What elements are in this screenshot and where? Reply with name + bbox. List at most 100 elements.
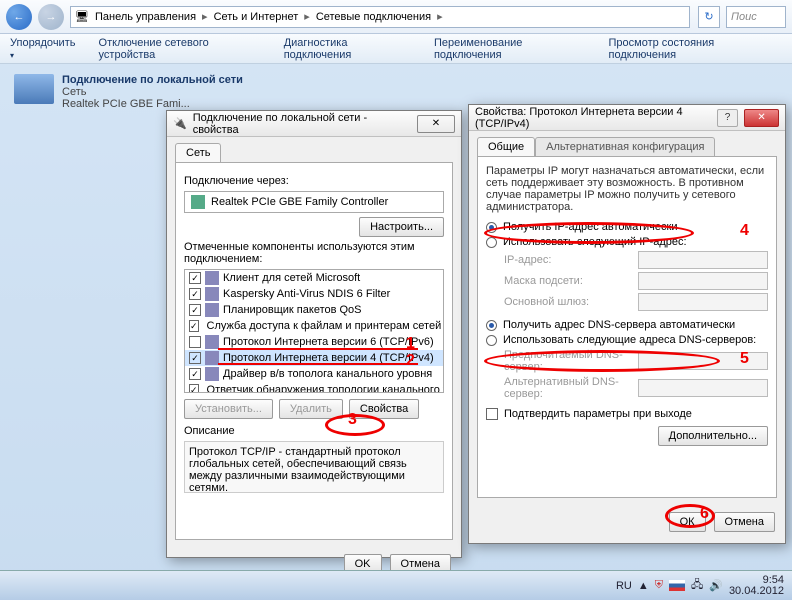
component-icon	[205, 351, 219, 365]
breadcrumb[interactable]: 🖥 Панель управления▸ Сеть и Интернет▸ Се…	[70, 6, 690, 28]
connection-name: Подключение по локальной сети	[62, 74, 243, 86]
crumb-root[interactable]: Панель управления	[91, 9, 200, 25]
titlebar[interactable]: 🔌 Подключение по локальной сети - свойст…	[167, 111, 461, 137]
forward-button[interactable]: →	[38, 4, 64, 30]
component-icon	[205, 271, 219, 285]
dns2-label: Альтернативный DNS-сервер:	[504, 376, 638, 400]
components-label: Отмеченные компоненты используются этим …	[184, 241, 444, 265]
ip-input	[638, 251, 768, 269]
radio-dot-icon	[486, 335, 497, 346]
tab-general[interactable]: Общие	[477, 137, 535, 156]
computer-icon: 🖥	[75, 10, 89, 23]
shield-icon[interactable]: ⛨	[655, 579, 663, 592]
ip-label: IP-адрес:	[504, 254, 551, 266]
back-button[interactable]: ←	[6, 4, 32, 30]
radio-dot-icon	[486, 222, 497, 233]
annotation-underline-2	[218, 363, 418, 365]
list-item[interactable]: ✓Служба доступа к файлам и принтерам сет…	[185, 318, 443, 334]
address-bar: ← → 🖥 Панель управления▸ Сеть и Интернет…	[0, 0, 792, 34]
refresh-button[interactable]: ↻	[698, 6, 720, 28]
properties-dialog: 🔌 Подключение по локальной сети - свойст…	[166, 110, 462, 558]
checkbox-icon[interactable]: ✓	[189, 384, 199, 393]
dialog-title: Подключение по локальной сети - свойства	[193, 112, 405, 136]
cmd-disable[interactable]: Отключение сетевого устройства	[99, 37, 266, 61]
tray-icon[interactable]: ▲	[638, 580, 649, 592]
advanced-button[interactable]: Дополнительно...	[658, 426, 768, 446]
checkbox-icon[interactable]: ✓	[189, 352, 201, 364]
confirm-checkbox[interactable]: Подтвердить параметры при выходе	[486, 408, 768, 420]
checkbox-icon[interactable]: ✓	[189, 368, 201, 380]
install-button[interactable]: Установить...	[184, 399, 273, 419]
connect-via-label: Подключение через:	[184, 175, 444, 187]
annotation-1: 1	[406, 335, 415, 353]
cmd-organize[interactable]: Упорядочить	[10, 37, 81, 61]
component-icon	[205, 287, 219, 301]
network-connection-item[interactable]: Подключение по локальной сети Сеть Realt…	[14, 74, 243, 110]
description-text: Протокол TCP/IP - стандартный протокол г…	[184, 441, 444, 493]
checkbox-icon[interactable]: ✓	[189, 272, 201, 284]
language-indicator[interactable]: RU	[616, 580, 632, 592]
titlebar[interactable]: Свойства: Протокол Интернета версии 4 (T…	[469, 105, 785, 131]
radio-ip-auto[interactable]: Получить IP-адрес автоматически	[486, 221, 768, 233]
component-icon	[205, 303, 219, 317]
cancel-button[interactable]: Отмена	[714, 512, 775, 532]
crumb-l2[interactable]: Сеть и Интернет	[210, 9, 303, 25]
list-item[interactable]: ✓Драйвер в/в тополога канального уровня	[185, 366, 443, 382]
clock[interactable]: 9:54 30.04.2012	[729, 575, 784, 597]
mask-label: Маска подсети:	[504, 275, 583, 287]
radio-dns-manual[interactable]: Использовать следующие адреса DNS-сервер…	[486, 334, 768, 346]
dns1-label: Предпочитаемый DNS-сервер:	[504, 349, 638, 373]
checkbox-icon[interactable]: ✓	[189, 304, 201, 316]
annotation-2: 2	[406, 352, 415, 370]
flag-icon[interactable]	[669, 580, 685, 591]
help-button[interactable]: ?	[717, 109, 738, 127]
adapter-combo[interactable]: Realtek PCIe GBE Family Controller	[184, 191, 444, 213]
network-icon: 🔌	[173, 117, 187, 130]
checkbox-icon[interactable]	[189, 336, 201, 348]
radio-ip-manual[interactable]: Использовать следующий IP-адрес:	[486, 236, 768, 248]
annotation-underline-1	[218, 348, 418, 350]
tab-alternate[interactable]: Альтернативная конфигурация	[535, 137, 715, 156]
cmd-rename[interactable]: Переименование подключения	[434, 37, 591, 61]
tab-network[interactable]: Сеть	[175, 143, 221, 162]
command-bar: Упорядочить Отключение сетевого устройст…	[0, 34, 792, 64]
connection-type: Сеть	[62, 86, 243, 98]
cmd-status[interactable]: Просмотр состояния подключения	[609, 37, 783, 61]
close-button[interactable]: ✕	[417, 115, 455, 133]
list-item[interactable]: ✓Клиент для сетей Microsoft	[185, 270, 443, 286]
properties-button[interactable]: Свойства	[349, 399, 419, 419]
gateway-input	[638, 293, 768, 311]
list-item[interactable]: ✓Планировщик пакетов QoS	[185, 302, 443, 318]
info-text: Параметры IP могут назначаться автоматич…	[486, 165, 768, 213]
annotation-3: 3	[348, 411, 357, 429]
component-icon	[205, 335, 219, 349]
cmd-diagnose[interactable]: Диагностика подключения	[284, 37, 416, 61]
volume-icon[interactable]: 🔊	[709, 579, 723, 592]
checkbox-icon[interactable]: ✓	[189, 288, 201, 300]
radio-dns-auto[interactable]: Получить адрес DNS-сервера автоматически	[486, 319, 768, 331]
taskbar[interactable]: RU ▲ ⛨ 🖧 🔊 9:54 30.04.2012	[0, 570, 792, 600]
dialog-title: Свойства: Протокол Интернета версии 4 (T…	[475, 106, 705, 130]
components-list[interactable]: ✓Клиент для сетей Microsoft✓Kaspersky An…	[184, 269, 444, 393]
configure-button[interactable]: Настроить...	[359, 217, 444, 237]
crumb-l3[interactable]: Сетевые подключения	[312, 9, 435, 25]
adapter-icon	[191, 195, 205, 209]
connection-adapter: Realtek PCIe GBE Fami...	[62, 98, 243, 110]
checkbox-icon[interactable]: ✓	[189, 320, 199, 332]
network-icon	[14, 74, 54, 104]
dns2-input	[638, 379, 768, 397]
annotation-5: 5	[740, 350, 749, 368]
list-item[interactable]: ✓Ответчик обнаружения топологии канально…	[185, 382, 443, 393]
search-input[interactable]: Поис	[726, 6, 786, 28]
gateway-label: Основной шлюз:	[504, 296, 589, 308]
annotation-4: 4	[740, 222, 749, 240]
list-item[interactable]: ✓Kaspersky Anti-Virus NDIS 6 Filter	[185, 286, 443, 302]
remove-button[interactable]: Удалить	[279, 399, 343, 419]
system-tray[interactable]: RU ▲ ⛨ 🖧 🔊 9:54 30.04.2012	[616, 575, 784, 597]
close-button[interactable]: ✕	[744, 109, 779, 127]
component-icon	[205, 367, 219, 381]
checkbox-icon	[486, 408, 498, 420]
radio-dot-icon	[486, 237, 497, 248]
description-label: Описание	[184, 425, 444, 437]
network-tray-icon[interactable]: 🖧	[691, 576, 703, 595]
